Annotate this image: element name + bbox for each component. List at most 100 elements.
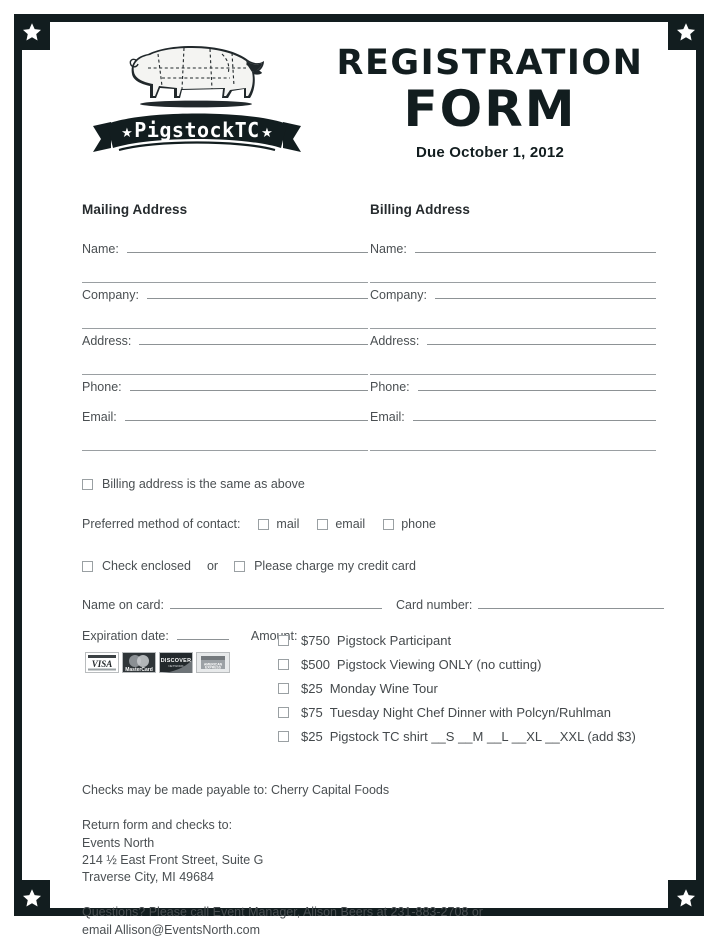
- billing-address-column: Billing Address Name: Company: Address: …: [370, 202, 656, 453]
- amount-option-row[interactable]: $25 Pigstock TC shirt __S __M __L __XL _…: [278, 724, 664, 748]
- svg-text:EXPRESS: EXPRESS: [205, 666, 222, 670]
- preferred-contact-email[interactable]: email: [317, 517, 365, 531]
- billing-phone-row: Phone:: [370, 377, 656, 394]
- billing-company-label: Company:: [370, 288, 427, 302]
- amount-option-checkbox[interactable]: [278, 658, 289, 670]
- billing-address-heading: Billing Address: [370, 202, 471, 217]
- questions-line-1: Questions? Please call Event Manager, Al…: [82, 905, 483, 920]
- title-block: REGISTRATION FORM Due October 1, 2012: [312, 30, 664, 161]
- visa-logo-icon: VISA: [85, 652, 119, 673]
- amount-option-checkbox[interactable]: [278, 730, 289, 742]
- mailing-email-row: Email:: [82, 407, 368, 424]
- preferred-contact-mail[interactable]: mail: [258, 517, 299, 531]
- billing-name-label: Name:: [370, 242, 407, 256]
- preferred-contact-phone[interactable]: phone: [383, 517, 436, 531]
- mailing-address-input[interactable]: [139, 331, 368, 345]
- return-organization: Events North: [82, 835, 155, 850]
- mailing-email-continuation[interactable]: [82, 424, 368, 451]
- billing-phone-label: Phone:: [370, 380, 410, 394]
- billing-address-input[interactable]: [427, 331, 656, 345]
- mail-label: mail: [276, 517, 300, 531]
- mailing-company-input[interactable]: [146, 285, 368, 299]
- mailing-address-column: Mailing Address Name: Company: Address: …: [82, 202, 368, 453]
- or-separator: or: [206, 559, 219, 573]
- page-title-line1: REGISTRATION: [336, 43, 644, 83]
- mailing-company-continuation[interactable]: [82, 302, 368, 329]
- billing-phone-input[interactable]: [417, 377, 656, 391]
- mailing-company-label: Company:: [82, 288, 139, 302]
- check-enclosed-label: Check enclosed: [102, 559, 191, 573]
- mailing-phone-input[interactable]: [129, 377, 368, 391]
- billing-name-continuation[interactable]: [370, 256, 656, 283]
- expiration-date-label: Expiration date:: [82, 629, 169, 643]
- amount-options-list: $750 Pigstock Participant $500 Pigstock …: [278, 628, 664, 748]
- amount-option-checkbox[interactable]: [278, 634, 289, 646]
- address-section: Mailing Address Name: Company: Address: …: [82, 202, 664, 453]
- billing-name-input[interactable]: [414, 239, 656, 253]
- svg-text:NETWORK: NETWORK: [168, 664, 183, 668]
- amount-option-description: Pigstock TC shirt __S __M __L __XL __XXL…: [329, 728, 636, 744]
- card-number-label: Card number:: [395, 598, 473, 612]
- charge-card-label: Please charge my credit card: [254, 559, 416, 573]
- svg-text:VISA: VISA: [92, 659, 113, 669]
- email-checkbox[interactable]: [317, 518, 329, 530]
- check-enclosed-checkbox[interactable]: [82, 560, 93, 572]
- same-as-above-row[interactable]: Billing address is the same as above: [82, 477, 664, 491]
- return-heading: Return form and checks to:: [82, 818, 233, 833]
- phone-label: phone: [401, 517, 436, 531]
- return-city-state-zip: Traverse City, MI 49684: [82, 870, 214, 884]
- amount-option-row[interactable]: $25 Monday Wine Tour: [278, 676, 664, 700]
- card-name-number-row: Name on card: Card number:: [82, 595, 664, 612]
- mailing-name-continuation[interactable]: [82, 256, 368, 283]
- mastercard-logo-icon: MasterCard: [122, 652, 156, 673]
- amount-option-checkbox[interactable]: [278, 682, 289, 694]
- expiration-date-input[interactable]: [176, 626, 229, 640]
- due-date: Due October 1, 2012: [415, 143, 565, 161]
- mail-checkbox[interactable]: [258, 518, 270, 530]
- card-number-input[interactable]: [478, 595, 664, 609]
- billing-email-label: Email:: [370, 410, 405, 424]
- phone-checkbox[interactable]: [383, 518, 395, 530]
- return-address-block: Return form and checks to: Events North …: [82, 817, 664, 886]
- amount-option-price: $25: [301, 728, 323, 744]
- charge-card-checkbox[interactable]: [234, 560, 246, 572]
- billing-email-row: Email:: [370, 407, 656, 424]
- billing-company-continuation[interactable]: [370, 302, 656, 329]
- same-as-above-label: Billing address is the same as above: [102, 477, 305, 491]
- same-as-above-checkbox[interactable]: [82, 478, 93, 490]
- mailing-phone-row: Phone:: [82, 377, 368, 394]
- mailing-company-row: Company:: [82, 285, 368, 302]
- pigstock-banner: PigstockTC ★ ★: [93, 113, 301, 152]
- amount-option-row[interactable]: $750 Pigstock Participant: [278, 628, 664, 652]
- billing-email-continuation[interactable]: [370, 424, 656, 451]
- mailing-email-input[interactable]: [124, 407, 368, 421]
- billing-company-row: Company:: [370, 285, 656, 302]
- name-on-card-input[interactable]: [169, 595, 382, 609]
- billing-email-input[interactable]: [412, 407, 656, 421]
- amount-option-row[interactable]: $75 Tuesday Night Chef Dinner with Polcy…: [278, 700, 664, 724]
- amount-option-description: Monday Wine Tour: [329, 680, 438, 696]
- preferred-contact-label: Preferred method of contact:: [82, 517, 241, 531]
- amount-option-description: Pigstock Viewing ONLY (no cutting): [336, 656, 542, 672]
- pig-illustration-icon: [129, 46, 264, 108]
- mailing-address-continuation[interactable]: [82, 348, 368, 375]
- form-page: PigstockTC ★ ★ REGISTRATION FORM Due Oct…: [22, 22, 696, 937]
- billing-company-input[interactable]: [434, 285, 656, 299]
- mailing-phone-label: Phone:: [82, 380, 122, 394]
- discover-logo-icon: DISCOVER NETWORK: [159, 652, 193, 673]
- form-footer: Checks may be made payable to: Cherry Ca…: [82, 782, 664, 939]
- svg-text:MasterCard: MasterCard: [125, 667, 153, 673]
- amount-option-description: Pigstock Participant: [336, 632, 452, 648]
- mailing-address-heading: Mailing Address: [82, 202, 188, 217]
- billing-name-row: Name:: [370, 239, 656, 256]
- billing-address-continuation[interactable]: [370, 348, 656, 375]
- checks-payable-text: Checks may be made payable to: Cherry Ca…: [82, 783, 390, 797]
- amount-option-checkbox[interactable]: [278, 706, 289, 718]
- mailing-address-label: Address:: [82, 334, 132, 348]
- mailing-name-input[interactable]: [126, 239, 368, 253]
- questions-line-2: email Allison@EventsNorth.com: [82, 922, 261, 937]
- banner-star-left: ★: [121, 125, 133, 140]
- amount-option-row[interactable]: $500 Pigstock Viewing ONLY (no cutting): [278, 652, 664, 676]
- name-on-card-label: Name on card:: [82, 598, 164, 612]
